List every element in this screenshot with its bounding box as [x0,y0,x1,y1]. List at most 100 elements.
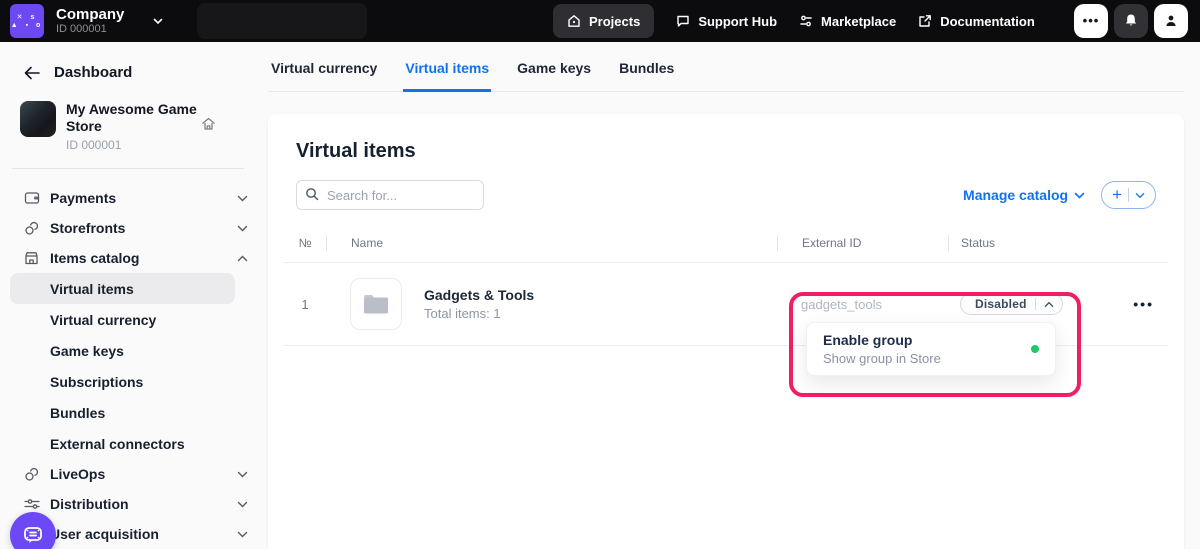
sidebar-item-label: Items catalog [50,250,139,266]
home-icon[interactable] [201,117,216,131]
group-thumbnail [350,278,402,330]
sidebar-item-virtual-items[interactable]: Virtual items [10,273,235,304]
sidebar-item-label: LiveOps [50,466,105,482]
account-button[interactable] [1154,4,1188,38]
sidebar-item-label: Storefronts [50,220,125,236]
sidebar-item-label: Distribution [50,496,129,512]
sidebar: Dashboard My Awesome Game Store ID 00000… [0,42,268,549]
add-group-split-button[interactable]: + [1101,181,1156,209]
nav-projects-label: Projects [589,14,640,29]
chat-bubble-icon [676,14,690,28]
tags-icon [24,467,50,482]
xsolla-logo: ✕ s▲ ▪ o [10,4,44,38]
row-number: 1 [284,297,326,312]
column-header-status: Status [948,235,1168,251]
divider [1035,298,1036,310]
content-tabs: Virtual currency Virtual items Game keys… [268,60,1184,92]
storefront-icon [24,251,50,266]
status-dropdown-toggle[interactable]: Disabled [960,293,1063,315]
topbar-nav: Projects Support Hub Marketplace Documen… [553,4,1035,38]
nav-projects[interactable]: Projects [553,4,654,38]
chevron-down-icon [237,195,248,202]
sidebar-item-label: User acquisition [50,526,159,542]
manage-catalog-label: Manage catalog [963,187,1068,203]
tab-virtual-currency[interactable]: Virtual currency [269,60,379,92]
more-apps-button[interactable]: ••• [1074,4,1108,38]
chevron-down-icon [237,531,248,538]
column-header-external-id: External ID [777,235,948,251]
wallet-icon [24,191,50,205]
back-arrow-icon [24,66,40,80]
sidebar-item-items-catalog[interactable]: Items catalog [0,243,268,273]
project-id: ID 000001 [66,138,216,152]
sliders-icon [24,498,50,510]
sidebar-item-game-keys[interactable]: Game keys [0,335,268,366]
sidebar-item-external-connectors[interactable]: External connectors [0,428,268,459]
sidebar-item-subscriptions[interactable]: Subscriptions [0,366,268,397]
nav-documentation-label: Documentation [940,14,1035,29]
project-avatar [20,101,56,137]
topbar: ✕ s▲ ▪ o Company ID 000001 Projects Supp… [0,0,1200,42]
group-external-id: gadgets_tools [777,297,948,312]
search-icon [305,187,319,201]
row-actions-menu[interactable]: ••• [1133,296,1154,312]
green-dot [1031,345,1039,353]
sidebar-divider [12,168,244,169]
column-header-num: № [284,236,326,250]
ellipsis-icon: ••• [1133,296,1154,312]
topbar-actions: ••• [1074,4,1188,38]
company-name: Company [56,6,124,23]
chevron-down-icon [237,471,248,478]
main-content: Virtual currency Virtual items Game keys… [268,42,1200,549]
tags-icon [24,221,50,236]
nav-marketplace[interactable]: Marketplace [799,14,896,29]
sidebar-item-label: Payments [50,190,116,206]
tune-icon [799,14,813,28]
chevron-down-icon [237,501,248,508]
chevron-up-icon [1044,301,1054,308]
manage-catalog-button[interactable]: Manage catalog [963,187,1085,203]
chevron-up-icon [237,255,248,262]
sidebar-item-virtual-currency[interactable]: Virtual currency [0,304,268,335]
group-name: Gadgets & Tools [424,287,534,303]
column-header-name: Name [326,235,777,251]
chevron-down-icon [152,15,164,27]
sidebar-menu: Payments Storefronts Items catalog Virtu… [0,183,268,549]
divider [1128,188,1129,202]
nav-documentation[interactable]: Documentation [918,14,1035,29]
company-switcher[interactable]: ✕ s▲ ▪ o Company ID 000001 [0,4,164,38]
topbar-skeleton [197,3,367,39]
project-block: My Awesome Game Store ID 000001 [0,81,268,152]
menu-item-enable-group[interactable]: Enable group Show group in Store [823,332,941,366]
sidebar-item-bundles[interactable]: Bundles [0,397,268,428]
user-icon [1163,13,1179,29]
nav-marketplace-label: Marketplace [821,14,896,29]
back-label: Dashboard [54,64,132,81]
nav-support-hub[interactable]: Support Hub [676,14,777,29]
company-id: ID 000001 [56,23,124,36]
group-total-items: Total items: 1 [424,306,534,321]
menu-item-title: Enable group [823,332,941,348]
sidebar-item-payments[interactable]: Payments [0,183,268,213]
page-title: Virtual items [296,140,1156,163]
chevron-down-icon [1074,192,1085,199]
sidebar-item-storefronts[interactable]: Storefronts [0,213,268,243]
plus-icon: + [1112,187,1122,203]
sidebar-item-liveops[interactable]: LiveOps [0,459,268,489]
project-name: My Awesome Game Store [66,101,216,135]
tab-bundles[interactable]: Bundles [617,60,676,92]
chevron-down-icon [1135,192,1145,199]
nav-support-hub-label: Support Hub [698,14,777,29]
tab-virtual-items[interactable]: Virtual items [403,60,491,92]
tab-game-keys[interactable]: Game keys [515,60,593,92]
status-badge: Disabled [975,297,1027,311]
search-input[interactable] [296,180,484,210]
search-box [296,180,484,210]
status-dropdown-menu: Enable group Show group in Store [806,322,1056,376]
chat-widget-icon [21,524,45,546]
table-header: № Name External ID Status [284,224,1168,262]
back-to-dashboard[interactable]: Dashboard [0,42,268,81]
ellipsis-icon: ••• [1083,16,1100,26]
home-icon [567,14,581,28]
notifications-button[interactable] [1114,4,1148,38]
